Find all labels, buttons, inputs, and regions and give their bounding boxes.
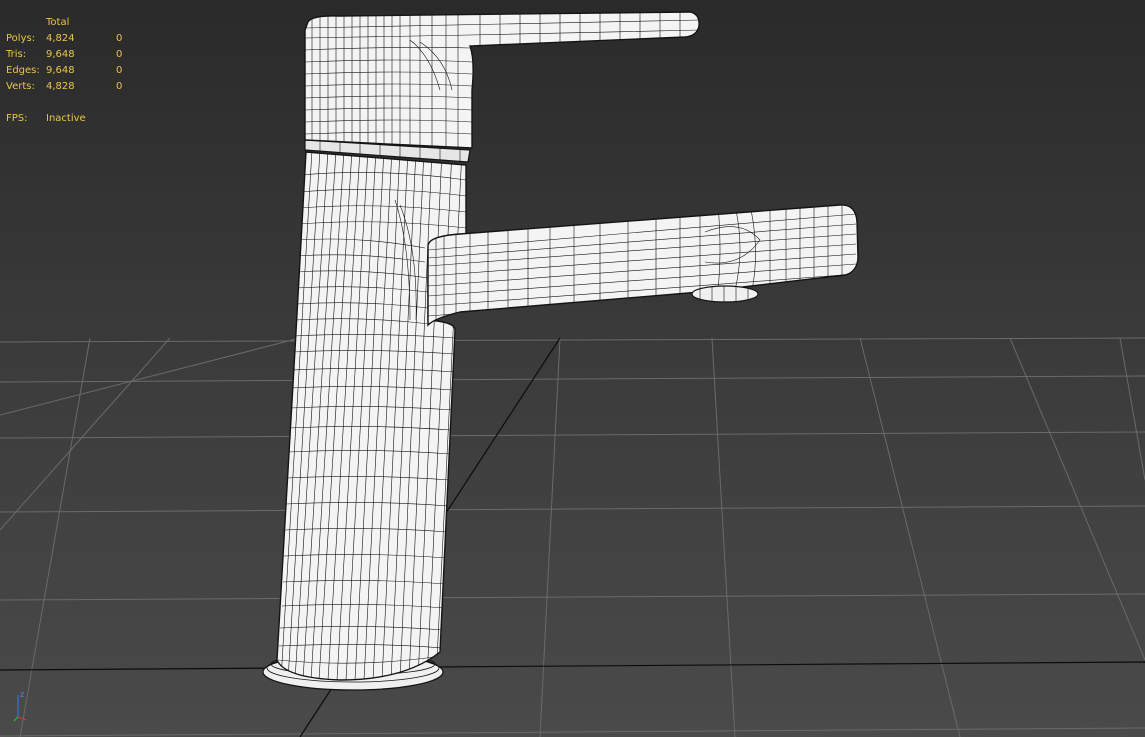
- faucet-spout: [427, 204, 859, 327]
- stats-selected-value: 0: [116, 49, 123, 60]
- stats-label: Verts:: [6, 81, 35, 92]
- fps-label: FPS:: [6, 113, 28, 124]
- stats-total-header: Total: [46, 17, 70, 28]
- ground-grid: [0, 337, 1145, 737]
- axis-tripod-icon: z: [13, 690, 27, 722]
- stats-total-value: 4,824: [46, 33, 75, 44]
- grid-main-axes: [0, 337, 1145, 737]
- stats-selected-value: 0: [116, 81, 123, 92]
- axis-z-label: z: [20, 690, 24, 699]
- faucet-aerator: [691, 285, 759, 303]
- stats-selected-value: 0: [116, 65, 123, 76]
- stats-selected-value: 0: [116, 33, 123, 44]
- stats-label: Polys:: [6, 33, 36, 44]
- fps-value: Inactive: [46, 113, 86, 124]
- perspective-viewport[interactable]: Total Polys: 4,824 0 Tris: 9,648 0 Edges…: [0, 0, 1145, 737]
- stats-total-value: 9,648: [46, 65, 75, 76]
- stats-total-value: 4,828: [46, 81, 75, 92]
- stats-label: Tris:: [6, 49, 27, 60]
- stats-total-value: 9,648: [46, 49, 75, 60]
- faucet-lever: [304, 11, 700, 149]
- scene-canvas[interactable]: [0, 0, 1145, 737]
- faucet-body: [276, 151, 467, 681]
- stats-label: Edges:: [6, 65, 40, 76]
